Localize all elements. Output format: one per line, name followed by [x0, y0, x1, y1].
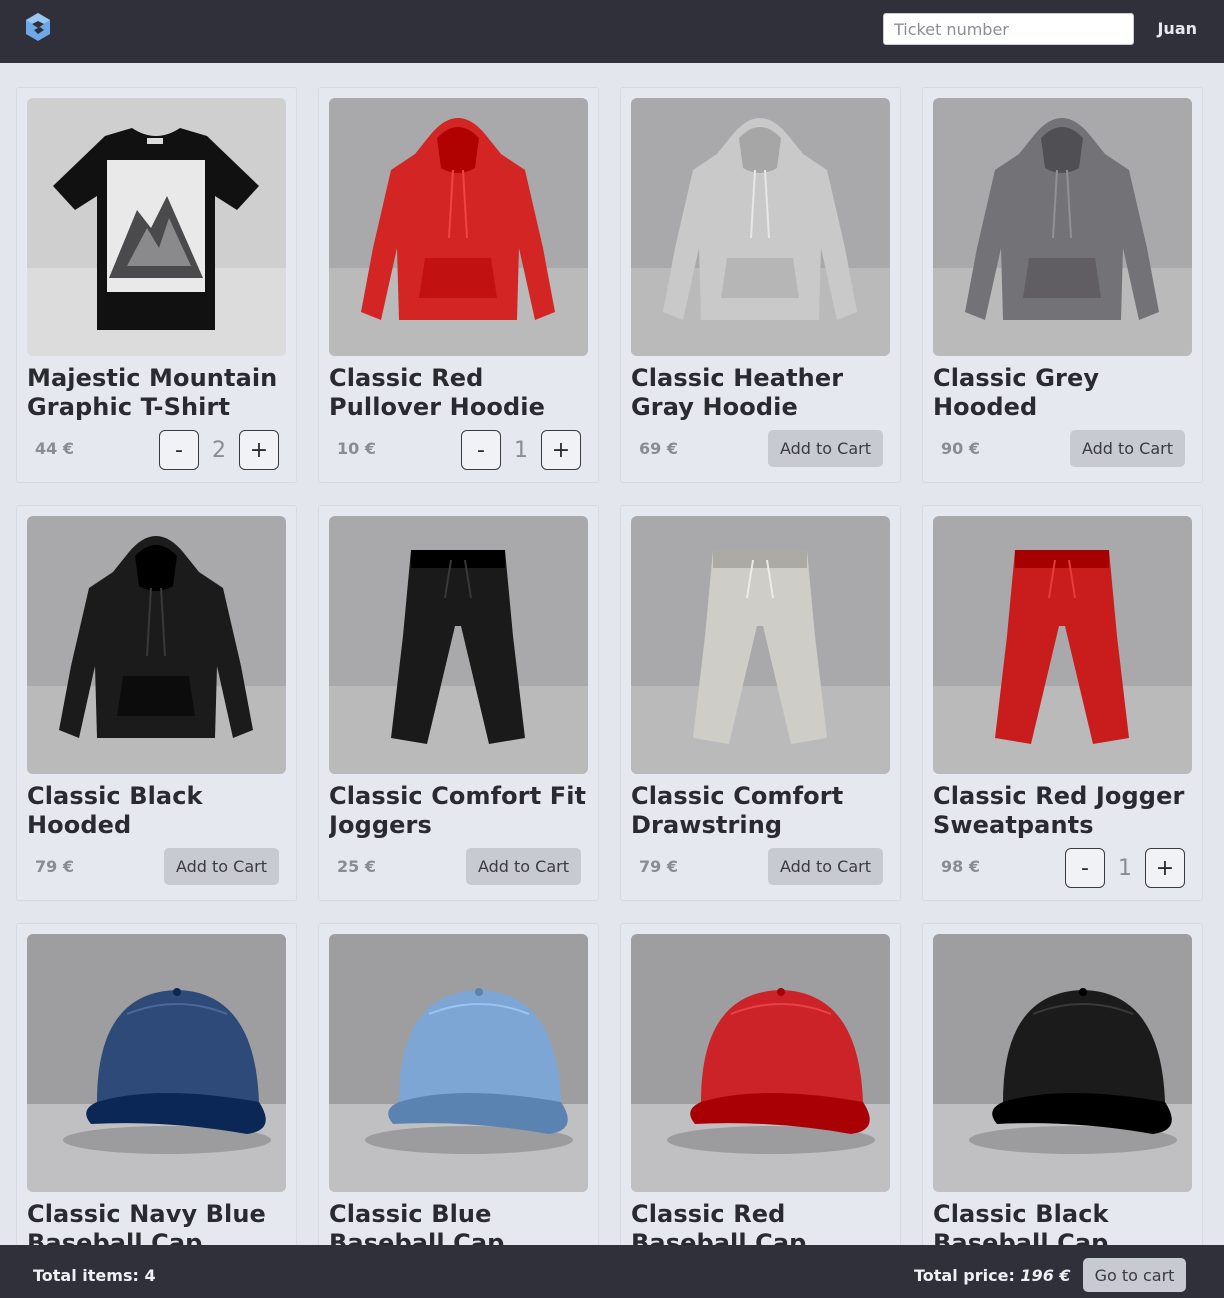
quantity-stepper: -1 +: [461, 430, 581, 470]
product-grid: Majestic Mountain Graphic T-Shirt 44 € -2 +…: [16, 87, 1208, 1298]
product-title: Classic Red Pullover Hoodie: [329, 364, 545, 421]
product-price: 90 €: [941, 439, 980, 458]
total-items-value: 4: [144, 1266, 156, 1285]
total-price-value: 196 €: [1020, 1266, 1071, 1285]
product-title: Classic Comfort Fit Joggers: [329, 782, 587, 839]
add-to-cart-button[interactable]: Add to Cart: [767, 848, 883, 885]
product-title: Classic Black Hooded Sweatshirt: [27, 782, 203, 839]
product-title: Classic Heather Gray Hoodie: [631, 364, 844, 421]
product-price: 44 €: [35, 439, 74, 458]
product-title: Majestic Mountain Graphic T-Shirt: [27, 364, 278, 421]
add-to-cart-button[interactable]: Add to Cart: [767, 430, 883, 467]
product-price: 98 €: [941, 857, 980, 876]
product-price: 79 €: [35, 857, 74, 876]
product-title: Classic Comfort Drawstring Joggers: [631, 782, 844, 839]
product-card: Classic Comfort Fit Joggers 25 € Add to Ca…: [318, 505, 599, 901]
product-image[interactable]: [631, 516, 890, 774]
add-to-cart-button[interactable]: Add to Cart: [465, 848, 581, 885]
product-price: 25 €: [337, 857, 376, 876]
quantity-stepper: -1 +: [1065, 848, 1185, 888]
product-image[interactable]: [27, 516, 286, 774]
product-image[interactable]: [27, 934, 286, 1192]
go-to-cart-button[interactable]: Go to cart: [1083, 1258, 1186, 1292]
quantity-value: 1: [1118, 855, 1132, 881]
product-image[interactable]: [27, 98, 286, 356]
product-card: Classic Grey Hooded Sweatshirt 90 € Add to…: [922, 87, 1203, 483]
product-card: Classic Red Baseball Cap: [620, 923, 901, 1298]
quantity-value: 1: [514, 437, 528, 463]
product-image[interactable]: [631, 98, 890, 356]
product-card: Classic Heather Gray Hoodie 69 € Add to Ca…: [620, 87, 901, 483]
decrease-quantity-button[interactable]: -: [1065, 848, 1105, 888]
product-card: Classic Black Hooded Sweatshirt 79 € Add t…: [16, 505, 297, 901]
decrease-quantity-button[interactable]: -: [461, 430, 501, 470]
product-card: Classic Comfort Drawstring Joggers 79 € Ad…: [620, 505, 901, 901]
decrease-quantity-button[interactable]: -: [159, 430, 199, 470]
increase-quantity-button[interactable]: +: [541, 430, 581, 470]
product-image[interactable]: [329, 98, 588, 356]
brand-logo-icon[interactable]: [24, 12, 52, 42]
product-price: 10 €: [337, 439, 376, 458]
user-name[interactable]: Juan: [1157, 19, 1197, 38]
total-price: Total price: 196 €: [914, 1266, 1071, 1285]
ticket-number-input[interactable]: [883, 13, 1134, 45]
add-to-cart-button[interactable]: Add to Cart: [163, 848, 279, 885]
product-image[interactable]: [631, 934, 890, 1192]
total-price-label: Total price:: [914, 1266, 1015, 1285]
cart-summary-bar: Total items: 4 Total price: 196 € Go to …: [0, 1245, 1224, 1298]
product-image[interactable]: [329, 516, 588, 774]
product-card: Classic Blue Baseball Cap: [318, 923, 599, 1298]
quantity-value: 2: [212, 437, 226, 463]
increase-quantity-button[interactable]: +: [239, 430, 279, 470]
add-to-cart-button[interactable]: Add to Cart: [1069, 430, 1185, 467]
total-items-label: Total items:: [33, 1266, 139, 1285]
product-card: Majestic Mountain Graphic T-Shirt 44 € -2 +: [16, 87, 297, 483]
total-items: Total items: 4: [33, 1266, 156, 1285]
product-price: 69 €: [639, 439, 678, 458]
product-card: Classic Navy Blue Baseball Cap: [16, 923, 297, 1298]
product-title: Classic Red Jogger Sweatpants: [933, 782, 1185, 839]
product-title: Classic Grey Hooded Sweatshirt: [933, 364, 1100, 421]
top-bar: Juan: [0, 0, 1224, 63]
product-image[interactable]: [933, 98, 1192, 356]
product-image[interactable]: [933, 516, 1192, 774]
product-image[interactable]: [329, 934, 588, 1192]
product-card: Classic Red Jogger Sweatpants 98 € -1 +: [922, 505, 1203, 901]
product-card: Classic Red Pullover Hoodie 10 € -1 +: [318, 87, 599, 483]
product-image[interactable]: [933, 934, 1192, 1192]
increase-quantity-button[interactable]: +: [1145, 848, 1185, 888]
product-card: Classic Black Baseball Cap: [922, 923, 1203, 1298]
quantity-stepper: -2 +: [159, 430, 279, 470]
product-price: 79 €: [639, 857, 678, 876]
